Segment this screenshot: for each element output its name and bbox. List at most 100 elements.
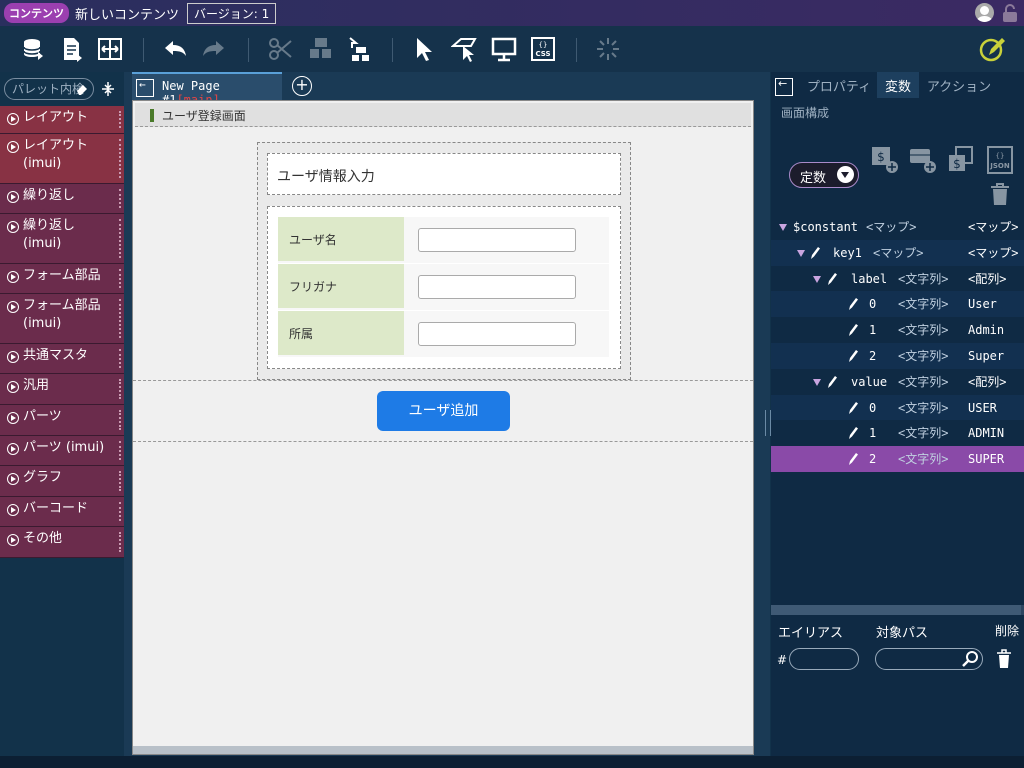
pen-icon[interactable] — [847, 401, 859, 415]
variable-tree-row[interactable]: 2 <文字列> SUPER — [771, 446, 1024, 473]
form-table[interactable]: ユーザ名 フリガナ 所属 — [267, 206, 621, 369]
variable-tree-row[interactable]: 1 <文字列> Admin — [771, 317, 1024, 344]
form-row: ユーザ名 — [278, 217, 609, 263]
palette-item-other[interactable]: その他 — [0, 527, 124, 558]
palette-item-repeat-imui[interactable]: 繰り返し (imui) — [0, 214, 124, 264]
variable-tree-row[interactable]: key1 <マップ> <マップ> — [771, 239, 1024, 266]
toolbar-separator — [248, 38, 249, 62]
scope-select[interactable]: 定数 — [789, 162, 859, 188]
scrollbar-thumb[interactable] — [771, 605, 1021, 615]
play-circle-icon — [7, 534, 19, 546]
path-header: 対象パス — [876, 626, 929, 641]
expand-triangle-icon[interactable] — [797, 249, 805, 257]
palette-item-parts[interactable]: パーツ — [0, 405, 124, 436]
search-icon[interactable] — [962, 650, 980, 668]
variable-tree-row[interactable]: 0 <文字列> USER — [771, 394, 1024, 421]
database-icon[interactable] — [20, 35, 48, 63]
variable-tree-row[interactable]: 1 <文字列> ADMIN — [771, 420, 1024, 447]
form-title[interactable]: ユーザ情報入力 — [267, 153, 621, 195]
variable-tree-row[interactable]: value <文字列> <配列> — [771, 368, 1024, 395]
add-user-button[interactable]: ユーザ追加 — [377, 391, 510, 431]
page-tab-toggle-icon[interactable] — [136, 78, 154, 97]
variable-tree-row[interactable]: label <文字列> <配列> — [771, 265, 1024, 292]
user-icon[interactable] — [975, 3, 994, 22]
section-divider — [133, 380, 753, 381]
username-field[interactable] — [418, 228, 576, 252]
play-circle-icon — [7, 113, 19, 125]
tab-properties[interactable]: プロパティ — [803, 72, 875, 98]
section-divider — [133, 441, 753, 442]
furigana-field[interactable] — [418, 275, 576, 299]
tab-actions[interactable]: アクション — [921, 72, 997, 98]
variable-tree-row[interactable]: $constant <マップ> <マップ> — [771, 214, 1024, 240]
alias-input[interactable] — [789, 648, 859, 670]
palette-item-graph[interactable]: グラフ — [0, 466, 124, 497]
add-db-icon[interactable] — [909, 146, 937, 174]
palette-item-label: バーコード — [23, 501, 89, 516]
resize-icon[interactable] — [96, 35, 124, 63]
palette-item-parts-imui[interactable]: パーツ (imui) — [0, 436, 124, 466]
preview-icon[interactable] — [490, 35, 518, 63]
variable-value: <マップ> — [968, 220, 1019, 234]
pen-icon[interactable] — [847, 323, 859, 337]
variable-type: <文字列> — [898, 323, 949, 338]
eraser-icon[interactable] — [75, 82, 89, 96]
tab-variables[interactable]: 変数 — [877, 72, 919, 98]
form-container[interactable]: ユーザ情報入力 ユーザ名 フリガナ 所属 — [257, 142, 631, 380]
select-icon[interactable] — [410, 35, 438, 63]
palette-item-general[interactable]: 汎用 — [0, 374, 124, 405]
document-icon[interactable] — [58, 35, 86, 63]
palette-item-form-parts[interactable]: フォーム部品 — [0, 264, 124, 294]
form-label: 所属 — [278, 311, 404, 355]
add-page-icon[interactable]: + — [292, 76, 312, 96]
pointer-icon[interactable] — [450, 35, 478, 63]
redo-icon[interactable] — [200, 35, 228, 63]
palette-item-layout[interactable]: レイアウト — [0, 106, 124, 134]
trash-icon[interactable] — [996, 649, 1012, 669]
palette-item-label: パーツ (imui) — [23, 440, 105, 455]
version-selector[interactable]: バージョン: 1 — [187, 2, 277, 24]
palette-item-form-parts-imui[interactable]: フォーム部品 (imui) — [0, 294, 124, 344]
pen-icon[interactable] — [826, 272, 838, 286]
pen-icon[interactable] — [847, 452, 859, 466]
tab-screen-composition[interactable]: 画面構成 — [781, 104, 829, 121]
lock-icon[interactable] — [1002, 4, 1018, 22]
palette-item-label: パーツ — [23, 409, 62, 424]
palette-item-common-master[interactable]: 共通マスタ — [0, 344, 124, 374]
design-canvas[interactable]: ユーザ登録画面 ユーザ情報入力 ユーザ名 フリガナ 所属 ユーザ追加 — [132, 100, 754, 755]
variable-tree-row[interactable]: 0 <文字列> User — [771, 291, 1024, 318]
svg-text:CSS: CSS — [535, 50, 550, 58]
pen-icon[interactable] — [847, 349, 859, 363]
paste-icon[interactable] — [345, 35, 373, 63]
palette-item-label: レイアウト (imui) — [23, 138, 89, 171]
pen-icon[interactable] — [847, 426, 859, 440]
palette-item-repeat[interactable]: 繰り返し — [0, 184, 124, 214]
variable-value: <マップ> — [968, 245, 1019, 260]
variable-tree-row[interactable]: 2 <文字列> Super — [771, 343, 1024, 369]
panel-toggle-icon[interactable] — [775, 77, 793, 96]
pen-icon[interactable] — [809, 246, 821, 260]
department-field[interactable] — [418, 322, 576, 346]
palette-item-layout-imui[interactable]: レイアウト (imui) — [0, 134, 124, 184]
css-icon[interactable]: {} CSS — [529, 35, 557, 63]
pen-icon[interactable] — [847, 297, 859, 311]
palette-item-barcode[interactable]: バーコード — [0, 497, 124, 527]
expand-triangle-icon[interactable] — [779, 224, 787, 231]
copy-variable-icon[interactable]: $ — [947, 146, 975, 174]
trash-icon[interactable] — [989, 182, 1011, 206]
collapse-icon[interactable] — [100, 81, 116, 97]
horizontal-scrollbar[interactable] — [771, 605, 1024, 615]
expand-triangle-icon[interactable] — [813, 275, 821, 283]
tab-page-1[interactable]: New Page #1[main] — [132, 72, 282, 107]
scope-select-value: 定数 — [800, 171, 827, 186]
copy-icon[interactable] — [306, 35, 334, 63]
pen-icon[interactable] — [826, 375, 838, 389]
screen-header[interactable]: ユーザ登録画面 — [135, 103, 751, 127]
variable-type: <文字列> — [898, 426, 949, 441]
undo-icon[interactable] — [161, 35, 189, 63]
expand-triangle-icon[interactable] — [813, 378, 821, 386]
cut-icon[interactable] — [266, 35, 294, 63]
add-variable-icon[interactable]: $ — [871, 146, 899, 174]
json-icon[interactable]: {} JSON — [986, 146, 1014, 174]
edit-icon[interactable] — [978, 35, 1006, 63]
